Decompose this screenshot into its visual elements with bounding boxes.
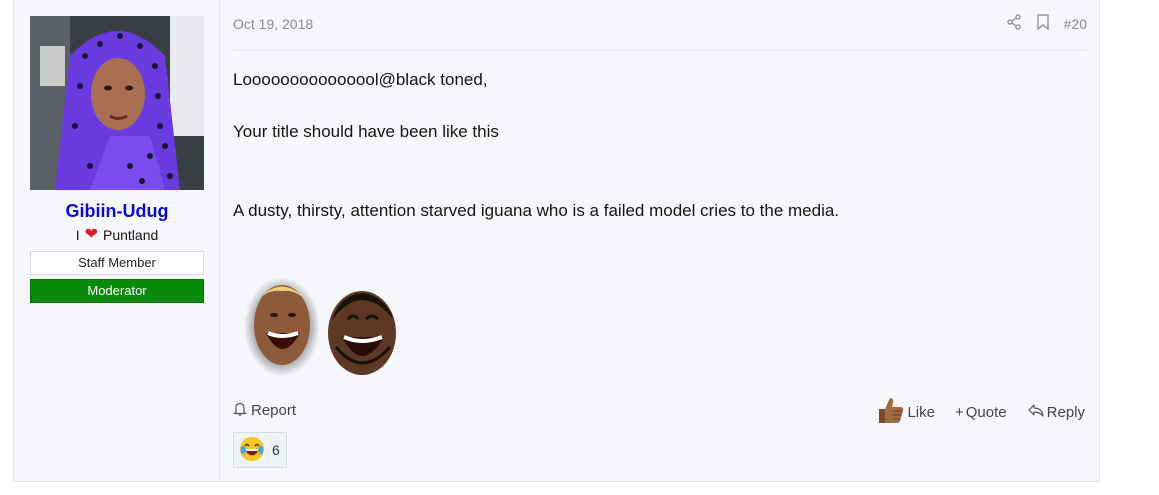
user-column: Gibiin-Udug I ❤ Puntland Staff Member Mo… — [14, 0, 220, 481]
report-label: Report — [251, 402, 297, 419]
moderator-banner: Moderator — [30, 279, 204, 303]
avatar[interactable] — [30, 16, 204, 190]
post-actions: Like + Quote Reply — [875, 395, 1085, 429]
plus-icon: + — [955, 403, 964, 421]
thumbs-up-icon — [875, 395, 905, 429]
post-header-actions: #20 — [1006, 14, 1087, 33]
user-title-suffix: Puntland — [103, 227, 159, 243]
post-main: Oct 19, 2018 #20 Looooooooooooool@black … — [220, 0, 1099, 481]
share-icon[interactable] — [1006, 14, 1022, 33]
bookmark-icon[interactable] — [1036, 14, 1050, 33]
username-link[interactable]: Gibiin-Udug — [14, 201, 220, 222]
post-line-1: Looooooooooooool@black toned, — [233, 70, 488, 89]
bell-icon — [233, 401, 247, 420]
user-title-prefix: I — [75, 227, 80, 243]
post-line-2: Your title should have been like this — [233, 122, 499, 141]
like-label: Like — [907, 403, 935, 421]
reply-icon — [1027, 403, 1045, 422]
quote-label: Quote — [965, 403, 1007, 421]
report-button[interactable]: Report — [233, 401, 296, 420]
quote-button[interactable]: + Quote — [955, 404, 1007, 421]
reply-label: Reply — [1046, 403, 1085, 421]
post-date[interactable]: Oct 19, 2018 — [233, 16, 313, 32]
reaction-count: 6 — [272, 442, 280, 458]
message-post: Gibiin-Udug I ❤ Puntland Staff Member Mo… — [13, 0, 1100, 482]
heart-icon: ❤ — [84, 226, 98, 243]
reactions-bar[interactable]: 6 — [233, 432, 287, 468]
post-line-3: A dusty, thirsty, attention starved igua… — [233, 201, 840, 220]
like-button[interactable]: Like — [875, 395, 935, 429]
laughing-faces-image — [244, 275, 404, 385]
header-divider — [233, 50, 1087, 51]
staff-banner: Staff Member — [30, 251, 204, 275]
user-title: I ❤ Puntland — [14, 226, 220, 244]
post-number-link[interactable]: #20 — [1064, 16, 1087, 32]
reply-button[interactable]: Reply — [1027, 403, 1085, 422]
laughing-emoji-icon — [238, 435, 266, 466]
